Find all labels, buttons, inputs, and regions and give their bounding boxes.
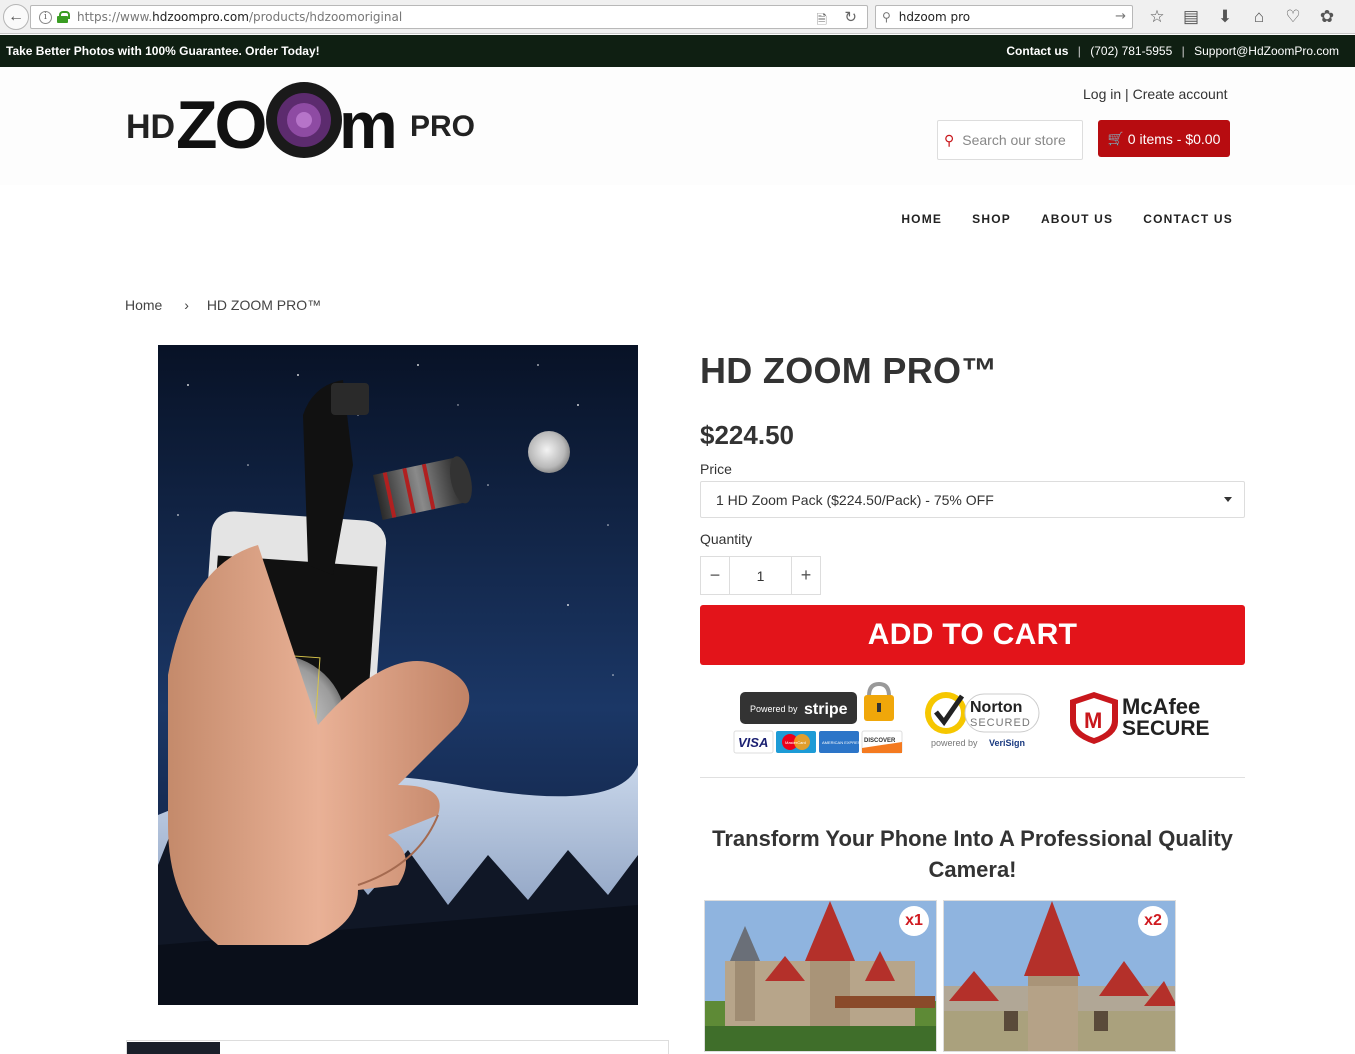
logo-lens-core xyxy=(296,112,312,128)
cart-icon: 🛒 xyxy=(1107,130,1124,146)
lock-icon[interactable] xyxy=(57,11,70,23)
product-image[interactable] xyxy=(158,345,638,1005)
announcement-bar: Take Better Photos with 100% Guarantee. … xyxy=(0,35,1355,67)
zoom-badge-x1: x1 xyxy=(899,906,929,936)
pocket-icon[interactable]: ♡ xyxy=(1276,5,1310,29)
svg-text:VeriSign: VeriSign xyxy=(989,738,1025,748)
store-search-placeholder: Search our store xyxy=(962,132,1066,148)
home-icon[interactable]: ⌂ xyxy=(1242,5,1276,29)
product-title: HD ZOOM PRO™ xyxy=(700,350,998,391)
support-email[interactable]: Support@HdZoomPro.com xyxy=(1194,44,1339,58)
nav-shop[interactable]: SHOP xyxy=(972,212,1011,226)
phone-number[interactable]: (702) 781-5955 xyxy=(1090,44,1172,58)
browser-search-field[interactable]: ⚲ hdzoom pro → xyxy=(875,5,1133,29)
svg-text:powered by: powered by xyxy=(931,738,978,748)
logo-pro: PRO xyxy=(410,110,475,143)
cart-summary: 0 items - $0.00 xyxy=(1127,130,1221,147)
svg-text:Powered by: Powered by xyxy=(750,704,798,714)
svg-text:AMERICAN EXPRESS: AMERICAN EXPRESS xyxy=(822,740,863,745)
promo-heading: Transform Your Phone Into A Professional… xyxy=(712,826,1233,882)
contact-us-link[interactable]: Contact us xyxy=(1006,44,1068,58)
zoom-example-1: x1 xyxy=(704,900,937,1052)
info-icon[interactable]: i xyxy=(39,10,52,24)
thumbnail-1[interactable] xyxy=(127,1042,220,1054)
quantity-increase-button[interactable]: + xyxy=(792,557,820,594)
svg-text:McAfee: McAfee xyxy=(1122,694,1200,719)
norton-badge: Norton SECURED powered by VeriSign xyxy=(925,692,1040,748)
product-photo xyxy=(158,345,638,1005)
svg-text:SECURED: SECURED xyxy=(970,717,1031,729)
nav-about-us[interactable]: ABOUT US xyxy=(1041,212,1113,226)
add-to-cart-button[interactable]: ADD TO CART xyxy=(700,605,1245,665)
variant-select[interactable]: 1 HD Zoom Pack ($224.50/Pack) - 75% OFF xyxy=(700,481,1245,518)
logo-zo: ZO xyxy=(176,87,266,163)
browser-toolbar: ← i https://www.hdzoompro.com/products/h… xyxy=(0,0,1355,34)
reader-view-icon[interactable]: 🗎 xyxy=(817,11,827,33)
browser-search-value[interactable]: hdzoom pro xyxy=(899,10,970,24)
stripe-badge: Powered by stripe VISA MasterCard AMERIC… xyxy=(733,681,903,754)
lock-icon xyxy=(864,681,894,721)
search-icon: ⚲ xyxy=(944,131,955,148)
contact-info: Contact us | (702) 781-5955 | Support@Hd… xyxy=(1006,44,1339,58)
zoom-example-2: x2 xyxy=(943,900,1176,1052)
address-bar[interactable]: i https://www.hdzoompro.com/products/hdz… xyxy=(30,5,868,29)
search-icon: ⚲ xyxy=(882,10,891,24)
nav-contact-us[interactable]: CONTACT US xyxy=(1143,212,1233,226)
breadcrumb: Home › HD ZOOM PRO™ xyxy=(125,297,322,313)
breadcrumb-current: HD ZOOM PRO™ xyxy=(206,297,322,313)
account-links: Log in | Create account xyxy=(1083,86,1228,102)
login-link[interactable]: Log in xyxy=(1083,86,1121,102)
logo-m: m xyxy=(339,88,398,162)
nav-home[interactable]: HOME xyxy=(901,212,942,226)
main-navigation: HOME SHOP ABOUT US CONTACT US xyxy=(901,212,1233,226)
trust-badges: Powered by stripe VISA MasterCard AMERIC… xyxy=(733,681,1210,754)
breadcrumb-home[interactable]: Home xyxy=(125,297,162,313)
cart-button[interactable]: 🛒 0 items - $0.00 xyxy=(1098,120,1230,157)
svg-text:stripe: stripe xyxy=(804,701,848,718)
go-arrow-icon[interactable]: → xyxy=(1115,9,1126,24)
url-text[interactable]: https://www.hdzoompro.com/products/hdzoo… xyxy=(77,10,402,24)
reload-icon[interactable]: ↻ xyxy=(844,8,857,26)
variant-selected-value: 1 HD Zoom Pack ($224.50/Pack) - 75% OFF xyxy=(716,491,994,508)
bookmark-star-icon[interactable]: ☆ xyxy=(1140,5,1174,29)
quantity-input[interactable]: 1 xyxy=(729,557,792,594)
svg-text:SECURE: SECURE xyxy=(1122,717,1210,740)
svg-text:Norton: Norton xyxy=(970,699,1022,716)
back-arrow-icon[interactable]: ← xyxy=(3,4,29,30)
section-divider xyxy=(700,777,1245,778)
price-label: Price xyxy=(700,461,732,477)
download-icon[interactable]: ⬇ xyxy=(1208,5,1242,29)
mcafee-badge: M McAfee SECURE xyxy=(1070,692,1210,744)
chevron-down-icon xyxy=(1224,497,1232,502)
quantity-stepper: − 1 + xyxy=(700,556,821,595)
extension-icon[interactable]: ✿ xyxy=(1310,5,1344,29)
site-logo[interactable]: HD ZO m PRO xyxy=(126,80,476,164)
create-account-link[interactable]: Create account xyxy=(1133,86,1228,102)
product-price: $224.50 xyxy=(700,420,794,450)
svg-text:M: M xyxy=(1084,708,1102,733)
store-search-input[interactable]: ⚲ Search our store xyxy=(937,120,1083,160)
svg-text:MasterCard: MasterCard xyxy=(785,740,806,745)
logo-hd: HD xyxy=(126,108,175,146)
quantity-decrease-button[interactable]: − xyxy=(701,557,729,594)
quantity-label: Quantity xyxy=(700,531,753,547)
announcement-text: Take Better Photos with 100% Guarantee. … xyxy=(6,44,320,58)
svg-text:VISA: VISA xyxy=(738,735,768,750)
zoom-badge-x2: x2 xyxy=(1138,906,1168,936)
library-icon[interactable]: ▤ xyxy=(1174,5,1208,29)
svg-text:DISCOVER: DISCOVER xyxy=(864,738,896,744)
